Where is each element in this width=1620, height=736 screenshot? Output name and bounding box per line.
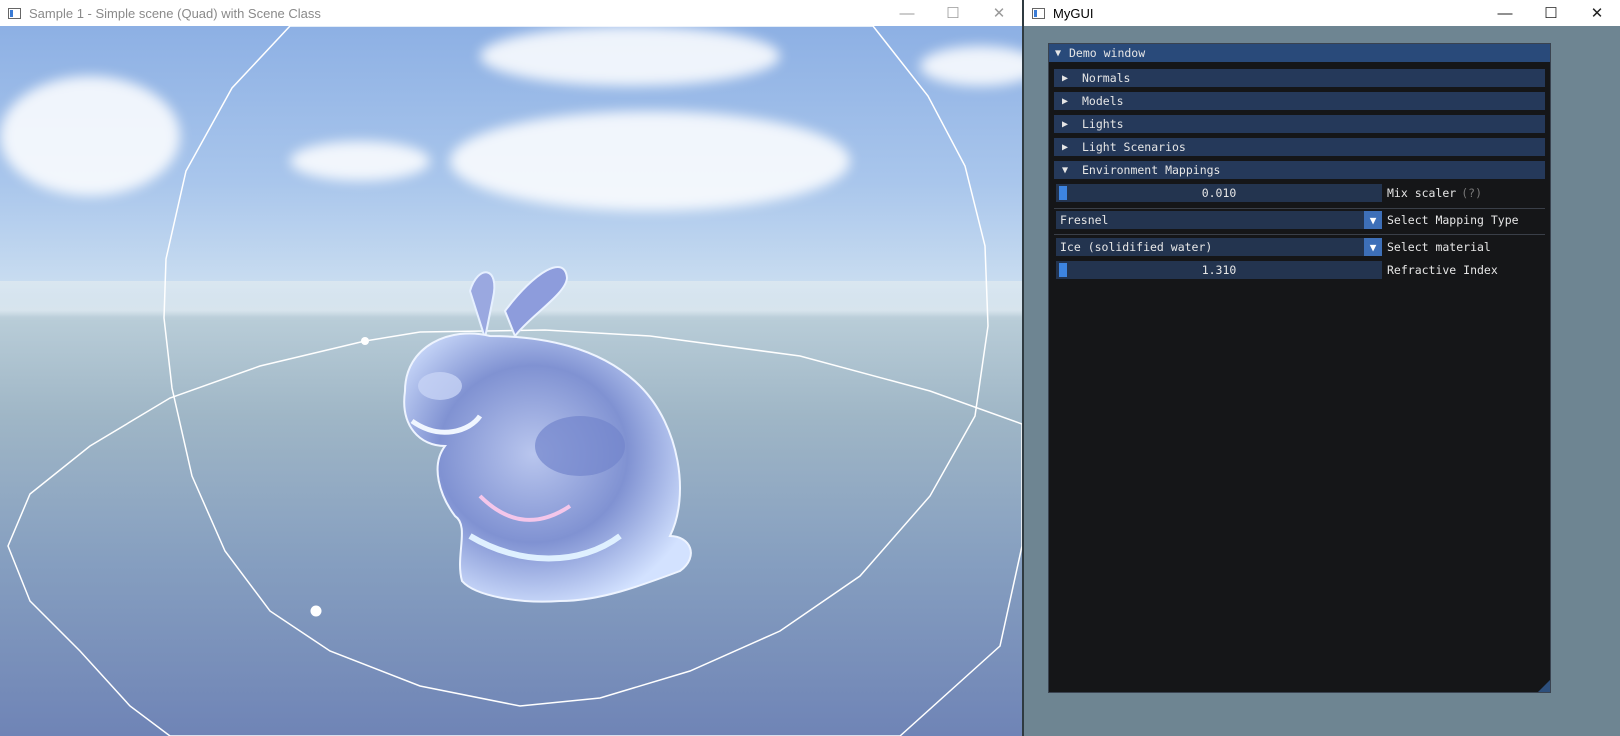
gui-window-titlebar[interactable]: MyGUI — ☐ ✕ <box>1024 0 1620 26</box>
slider-grab[interactable] <box>1059 186 1067 200</box>
demo-window: ▼ Demo window ▶ Normals ▶ Models ▶ Light… <box>1048 43 1551 693</box>
app-icon <box>1032 7 1045 19</box>
resize-grip[interactable] <box>1538 680 1550 692</box>
bunny-model <box>403 266 692 603</box>
rotation-gizmo[interactable] <box>0 26 1022 736</box>
slider-grab[interactable] <box>1059 263 1067 277</box>
render-window-title: Sample 1 - Simple scene (Quad) with Scen… <box>29 5 321 21</box>
expand-arrow-icon: ▶ <box>1062 95 1069 107</box>
refractive-index-value: 1.310 <box>1201 263 1237 277</box>
mapping-type-value: Fresnel <box>1060 213 1109 227</box>
mix-scaler-label: Mix scaler <box>1387 186 1457 200</box>
expand-arrow-icon: ▶ <box>1062 118 1069 130</box>
mix-scaler-row: 0.010 Mix scaler (?) <box>1056 184 1544 202</box>
material-value: Ice (solidified water) <box>1060 240 1213 254</box>
mix-scaler-slider[interactable]: 0.010 <box>1056 184 1382 202</box>
close-button[interactable]: ✕ <box>976 0 1022 26</box>
mapping-type-row: Fresnel ▼ Select Mapping Type <box>1056 211 1544 229</box>
gizmo-handle[interactable] <box>310 605 322 617</box>
mapping-type-label: Select Mapping Type <box>1387 213 1519 227</box>
expand-arrow-icon: ▶ <box>1062 141 1069 153</box>
separator <box>1054 208 1545 209</box>
header-light-scenarios[interactable]: ▶ Light Scenarios <box>1054 138 1545 156</box>
close-button[interactable]: ✕ <box>1574 0 1620 26</box>
app-icon <box>8 7 21 19</box>
header-label: Light Scenarios <box>1082 140 1186 154</box>
maximize-button[interactable]: ☐ <box>930 0 976 26</box>
header-label: Normals <box>1082 71 1131 85</box>
material-row: Ice (solidified water) ▼ Select material <box>1056 238 1544 256</box>
demo-window-titlebar[interactable]: ▼ Demo window <box>1049 44 1550 62</box>
header-label: Models <box>1082 94 1124 108</box>
refractive-index-slider[interactable]: 1.310 <box>1056 261 1382 279</box>
demo-window-title: Demo window <box>1069 46 1146 60</box>
refractive-index-label: Refractive Index <box>1387 263 1498 277</box>
gui-window-title: MyGUI <box>1053 5 1094 21</box>
material-label: Select material <box>1387 240 1491 254</box>
minimize-button[interactable]: — <box>1482 0 1528 26</box>
separator <box>1054 234 1545 235</box>
gizmo-handle[interactable] <box>361 337 369 345</box>
expand-arrow-icon: ▶ <box>1062 72 1069 84</box>
collapse-arrow-icon[interactable]: ▼ <box>1055 48 1069 59</box>
render-window: Sample 1 - Simple scene (Quad) with Scen… <box>0 0 1022 736</box>
minimize-button[interactable]: — <box>884 0 930 26</box>
3d-viewport[interactable] <box>0 26 1022 736</box>
mix-scaler-value: 0.010 <box>1201 186 1237 200</box>
dropdown-arrow-icon[interactable]: ▼ <box>1364 238 1382 256</box>
dropdown-arrow-icon[interactable]: ▼ <box>1364 211 1382 229</box>
mapping-type-combo[interactable]: Fresnel ▼ <box>1056 211 1382 229</box>
refractive-index-row: 1.310 Refractive Index <box>1056 261 1544 279</box>
collapse-arrow-icon: ▼ <box>1062 164 1069 176</box>
header-lights[interactable]: ▶ Lights <box>1054 115 1545 133</box>
maximize-button[interactable]: ☐ <box>1528 0 1574 26</box>
render-window-titlebar[interactable]: Sample 1 - Simple scene (Quad) with Scen… <box>0 0 1022 26</box>
gui-window: MyGUI — ☐ ✕ ▼ Demo window ▶ Normals ▶ Mo… <box>1024 0 1620 736</box>
header-label: Environment Mappings <box>1082 163 1221 177</box>
help-marker[interactable]: (?) <box>1461 186 1482 200</box>
header-normals[interactable]: ▶ Normals <box>1054 69 1545 87</box>
header-label: Lights <box>1082 117 1124 131</box>
header-models[interactable]: ▶ Models <box>1054 92 1545 110</box>
header-environment-mappings[interactable]: ▼ Environment Mappings <box>1054 161 1545 179</box>
material-combo[interactable]: Ice (solidified water) ▼ <box>1056 238 1382 256</box>
